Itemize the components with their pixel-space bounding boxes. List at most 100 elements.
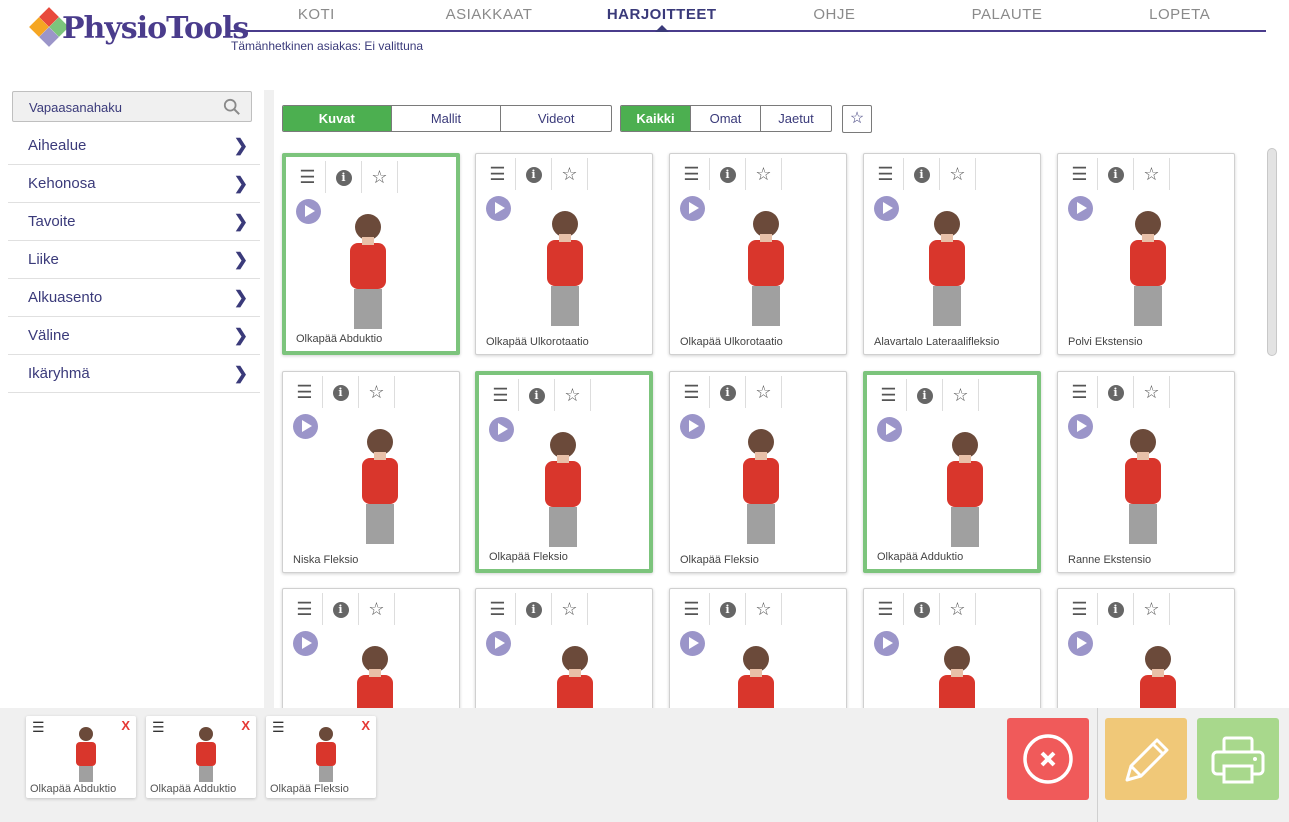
exercise-card[interactable]: ☰ i ☆	[282, 588, 460, 708]
menu-icon[interactable]: ☰	[32, 719, 45, 736]
exercise-card[interactable]: ☰ i ☆ Ranne Ekstensio	[1057, 371, 1235, 573]
star-icon[interactable]: ☆	[1134, 158, 1170, 190]
star-icon[interactable]: ☆	[359, 593, 395, 625]
exercise-card[interactable]: ☰ i ☆ Niska Fleksio	[282, 371, 460, 573]
exercise-card[interactable]: ☰ i ☆ Olkapää Ulkorotaatio	[475, 153, 653, 355]
remove-item-button[interactable]: X	[241, 718, 250, 733]
toggle-kaikki[interactable]: Kaikki	[621, 106, 691, 131]
star-icon[interactable]: ☆	[940, 593, 976, 625]
menu-icon[interactable]: ☰	[272, 719, 285, 736]
exercise-card[interactable]: ☰ i ☆ Polvi Ekstensio	[1057, 153, 1235, 355]
star-icon[interactable]: ☆	[940, 158, 976, 190]
menu-icon[interactable]: ☰	[290, 161, 326, 193]
nav-koti[interactable]: KOTI	[230, 6, 403, 30]
edit-program-button[interactable]	[1105, 718, 1187, 800]
nav-palaute[interactable]: PALAUTE	[921, 6, 1094, 30]
tray-item[interactable]: ☰ X Olkapää Adduktio	[146, 716, 256, 798]
exercise-card[interactable]: ☰ i ☆ Olkapää Abduktio	[282, 153, 460, 355]
star-icon[interactable]: ☆	[359, 376, 395, 408]
filter-item[interactable]: Kehonosa ❯	[8, 165, 260, 203]
star-icon[interactable]: ☆	[746, 376, 782, 408]
exercise-card[interactable]: ☰ i ☆	[863, 588, 1041, 708]
menu-icon[interactable]: ☰	[287, 376, 323, 408]
star-icon[interactable]: ☆	[1134, 593, 1170, 625]
menu-icon[interactable]: ☰	[287, 593, 323, 625]
physiotools-logo[interactable]: PhysioTools	[26, 6, 249, 58]
play-icon[interactable]	[1068, 196, 1093, 221]
exercise-card[interactable]: ☰ i ☆	[669, 588, 847, 708]
toggle-jaetut[interactable]: Jaetut	[761, 106, 831, 131]
info-icon[interactable]: i	[323, 593, 359, 625]
menu-icon[interactable]: ☰	[868, 158, 904, 190]
tray-item[interactable]: ☰ X Olkapää Abduktio	[26, 716, 136, 798]
info-icon[interactable]: i	[710, 593, 746, 625]
nav-lopeta[interactable]: LOPETA	[1093, 6, 1266, 30]
info-icon[interactable]: i	[326, 161, 362, 193]
exercise-card[interactable]: ☰ i ☆	[1057, 588, 1235, 708]
star-icon[interactable]: ☆	[746, 593, 782, 625]
star-icon[interactable]: ☆	[552, 593, 588, 625]
info-icon[interactable]: i	[907, 379, 943, 411]
filter-item[interactable]: Väline ❯	[8, 317, 260, 355]
exercise-card[interactable]: ☰ i ☆ Olkapää Fleksio	[669, 371, 847, 573]
play-icon[interactable]	[293, 631, 318, 656]
toggle-mallit[interactable]: Mallit	[392, 106, 502, 131]
menu-icon[interactable]: ☰	[674, 158, 710, 190]
info-icon[interactable]: i	[516, 158, 552, 190]
filter-item[interactable]: Alkuasento ❯	[8, 279, 260, 317]
toggle-videot[interactable]: Videot	[501, 106, 611, 131]
filter-item[interactable]: Tavoite ❯	[8, 203, 260, 241]
play-icon[interactable]	[680, 414, 705, 439]
play-icon[interactable]	[1068, 414, 1093, 439]
play-icon[interactable]	[486, 196, 511, 221]
filter-item[interactable]: Ikäryhmä ❯	[8, 355, 260, 393]
menu-icon[interactable]: ☰	[868, 593, 904, 625]
toggle-kuvat[interactable]: Kuvat	[283, 106, 392, 131]
play-icon[interactable]	[680, 631, 705, 656]
play-icon[interactable]	[874, 196, 899, 221]
play-icon[interactable]	[486, 631, 511, 656]
star-icon[interactable]: ☆	[555, 379, 591, 411]
star-icon[interactable]: ☆	[1134, 376, 1170, 408]
info-icon[interactable]: i	[519, 379, 555, 411]
menu-icon[interactable]: ☰	[1062, 593, 1098, 625]
menu-icon[interactable]: ☰	[480, 593, 516, 625]
exercise-card[interactable]: ☰ i ☆ Olkapää Adduktio	[863, 371, 1041, 573]
exercise-card[interactable]: ☰ i ☆ Olkapää Ulkorotaatio	[669, 153, 847, 355]
info-icon[interactable]: i	[1098, 376, 1134, 408]
nav-ohje[interactable]: OHJE	[748, 6, 921, 30]
menu-icon[interactable]: ☰	[1062, 376, 1098, 408]
menu-icon[interactable]: ☰	[480, 158, 516, 190]
star-icon[interactable]: ☆	[552, 158, 588, 190]
exercise-card[interactable]: ☰ i ☆	[475, 588, 653, 708]
favorites-filter-button[interactable]: ☆	[842, 105, 872, 133]
menu-icon[interactable]: ☰	[152, 719, 165, 736]
play-icon[interactable]	[296, 199, 321, 224]
menu-icon[interactable]: ☰	[674, 593, 710, 625]
play-icon[interactable]	[1068, 631, 1093, 656]
star-icon[interactable]: ☆	[746, 158, 782, 190]
nav-asiakkaat[interactable]: ASIAKKAAT	[403, 6, 576, 30]
exercise-card[interactable]: ☰ i ☆ Olkapää Fleksio	[475, 371, 653, 573]
info-icon[interactable]: i	[904, 593, 940, 625]
menu-icon[interactable]: ☰	[1062, 158, 1098, 190]
info-icon[interactable]: i	[1098, 158, 1134, 190]
search-icon[interactable]	[223, 98, 241, 116]
play-icon[interactable]	[680, 196, 705, 221]
menu-icon[interactable]: ☰	[871, 379, 907, 411]
play-icon[interactable]	[293, 414, 318, 439]
filter-item[interactable]: Liike ❯	[8, 241, 260, 279]
star-icon[interactable]: ☆	[943, 379, 979, 411]
info-icon[interactable]: i	[710, 158, 746, 190]
remove-item-button[interactable]: X	[361, 718, 370, 733]
grid-scrollbar[interactable]	[1267, 148, 1277, 356]
star-icon[interactable]: ☆	[362, 161, 398, 193]
exercise-card[interactable]: ☰ i ☆ Alavartalo Lateraalifleksio	[863, 153, 1041, 355]
info-icon[interactable]: i	[710, 376, 746, 408]
menu-icon[interactable]: ☰	[674, 376, 710, 408]
nav-harjoitteet[interactable]: HARJOITTEET	[575, 6, 748, 32]
toggle-omat[interactable]: Omat	[691, 106, 761, 131]
clear-selection-button[interactable]	[1007, 718, 1089, 800]
info-icon[interactable]: i	[1098, 593, 1134, 625]
filter-item[interactable]: Aihealue ❯	[8, 127, 260, 165]
